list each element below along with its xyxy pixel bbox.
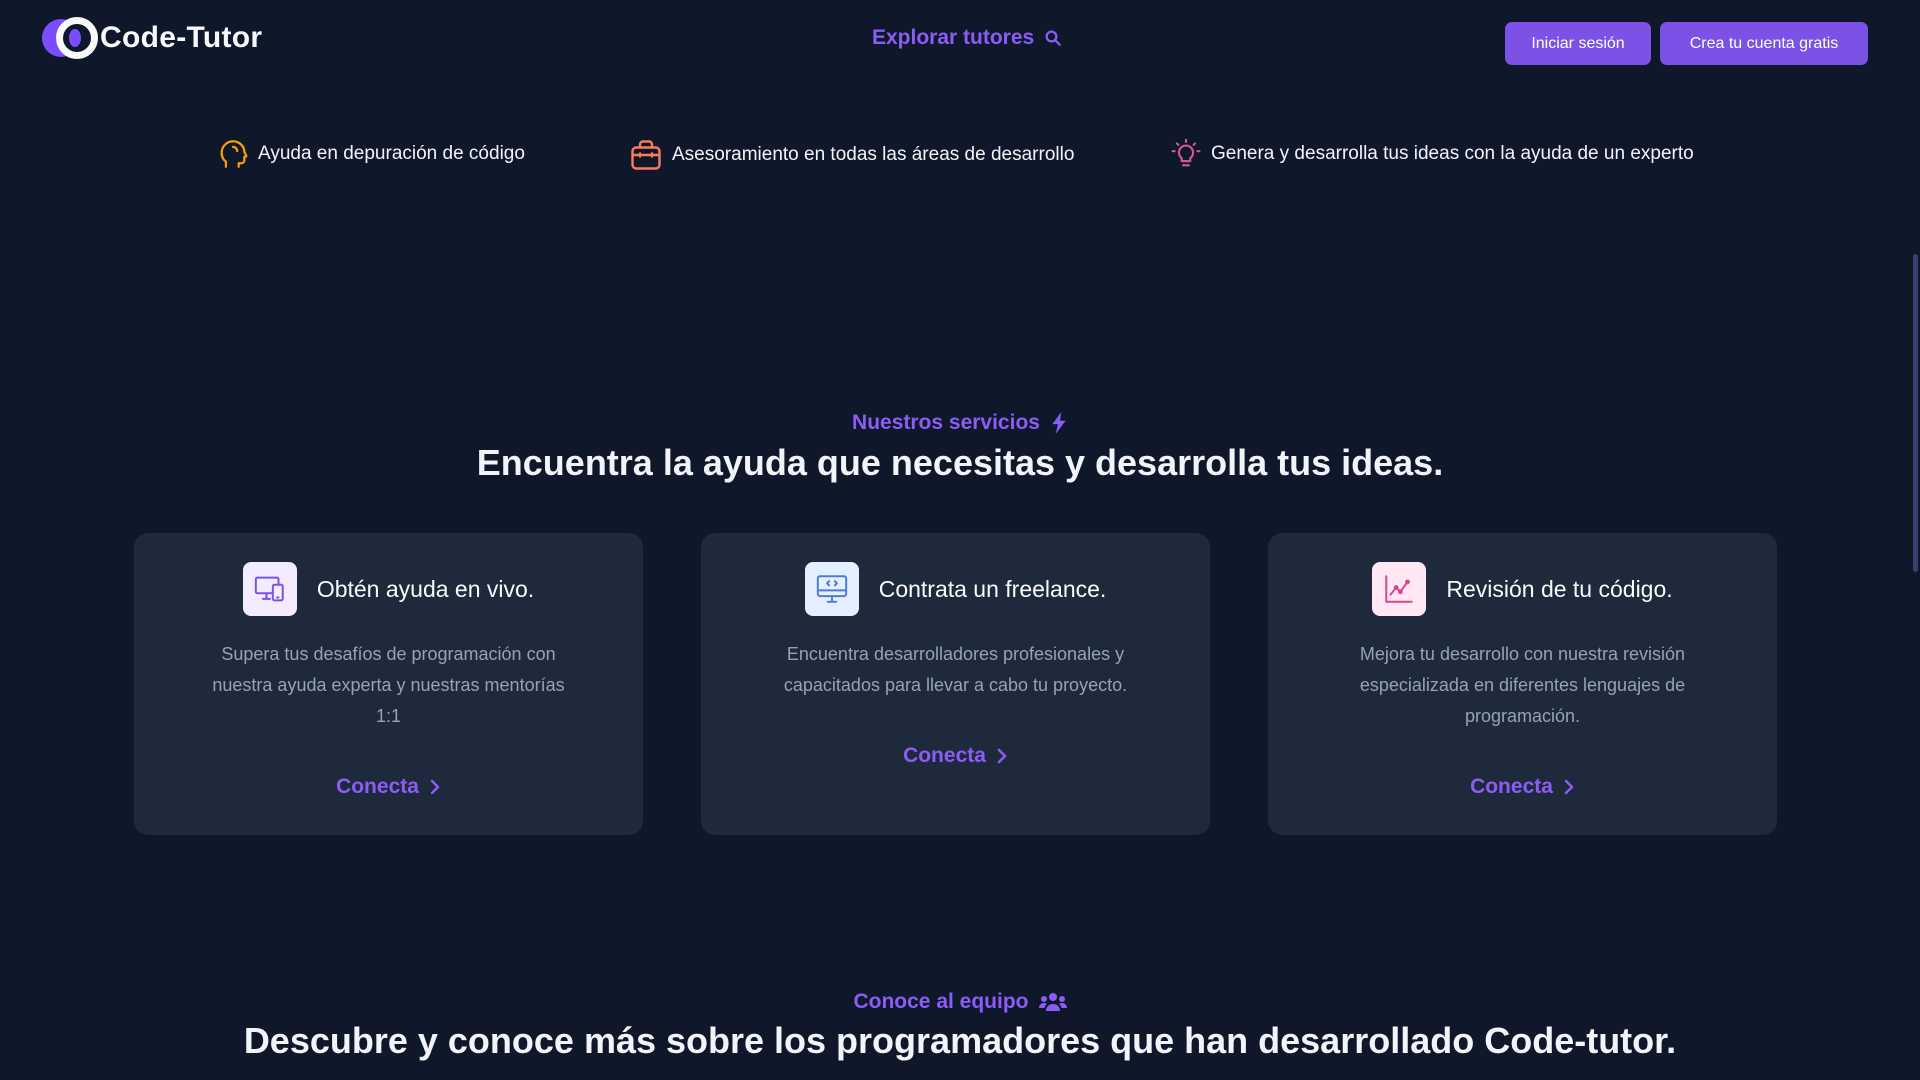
card-title: Obtén ayuda en vivo. — [316, 575, 535, 602]
service-card-freelance: Contrata un freelance. Encuentra desarro… — [701, 533, 1210, 835]
feature-label: Ayuda en depuración de código — [258, 143, 525, 164]
card-header: Contrata un freelance. — [701, 562, 1210, 616]
services-eyebrow-label: Nuestros servicios — [852, 411, 1040, 434]
chevron-right-icon — [1564, 779, 1574, 795]
connect-link[interactable]: Conecta — [701, 744, 1210, 768]
connect-link-label: Conecta — [903, 744, 986, 767]
logo-text: Code-Tutor — [100, 21, 263, 54]
chevron-right-icon — [997, 748, 1007, 764]
explore-tutors-link[interactable]: Explorar tutores — [872, 26, 1062, 50]
feature-label: Asesoramiento en todas las áreas de desa… — [672, 144, 1075, 165]
signup-button[interactable]: Crea tu cuenta gratis — [1660, 22, 1868, 65]
lightning-icon — [1052, 412, 1066, 434]
card-description: Mejora tu desarrollo con nuestra revisió… — [1359, 644, 1686, 726]
card-title: Contrata un freelance. — [878, 575, 1107, 602]
chart-line-icon — [1372, 562, 1427, 616]
card-description: Supera tus desafíos de programación con … — [212, 644, 565, 726]
connect-link-label: Conecta — [1470, 775, 1553, 798]
services-eyebrow: Nuestros servicios — [0, 411, 1920, 435]
team-eyebrow-label: Conoce al equipo — [853, 990, 1029, 1013]
head-icon — [220, 140, 248, 168]
services-headline: Encuentra la ayuda que necesitas y desar… — [476, 442, 1444, 483]
card-description: Encuentra desarrolladores profesionales … — [783, 644, 1128, 695]
navbar: Code-Tutor Explorar tutores Iniciar sesi… — [0, 0, 1920, 82]
explore-tutors-label: Explorar tutores — [872, 26, 1035, 49]
card-header: Revisión de tu código. — [1268, 562, 1777, 616]
connect-link[interactable]: Conecta — [1268, 775, 1777, 799]
service-card-live-help: Obtén ayuda en vivo. Supera tus desafíos… — [134, 533, 643, 835]
connect-link[interactable]: Conecta — [134, 775, 643, 799]
card-header: Obtén ayuda en vivo. — [134, 562, 643, 616]
logo[interactable]: Code-Tutor — [42, 17, 262, 59]
login-button[interactable]: Iniciar sesión — [1505, 22, 1651, 65]
feature-advice: Asesoramiento en todas las áreas de desa… — [628, 136, 1074, 174]
card-title: Revisión de tu código. — [1446, 575, 1673, 602]
service-card-code-review: Revisión de tu código. Mejora tu desarro… — [1268, 533, 1777, 835]
scrollbar-thumb[interactable] — [1913, 254, 1918, 572]
feature-label: Genera y desarrolla tus ideas con la ayu… — [1211, 143, 1694, 164]
team-headline: Descubre y conoce más sobre los programa… — [243, 1020, 1677, 1061]
search-icon — [1045, 30, 1062, 46]
connect-link-label: Conecta — [336, 775, 419, 798]
devices-icon — [242, 562, 297, 616]
monitor-code-icon — [804, 562, 859, 616]
page: Code-Tutor Explorar tutores Iniciar sesi… — [0, 0, 1920, 1080]
feature-ideas: Genera y desarrolla tus ideas con la ayu… — [1169, 136, 1694, 172]
features-strip: Ayuda en depuración de código Asesoramie… — [0, 134, 1920, 178]
briefcase-icon — [631, 140, 661, 170]
lightbulb-icon — [1171, 138, 1201, 167]
feature-debugging: Ayuda en depuración de código — [216, 136, 525, 172]
team-eyebrow: Conoce al equipo — [0, 990, 1920, 1014]
chevron-right-icon — [430, 779, 440, 795]
users-icon — [1038, 993, 1067, 1011]
logo-mark-icon — [42, 17, 98, 59]
